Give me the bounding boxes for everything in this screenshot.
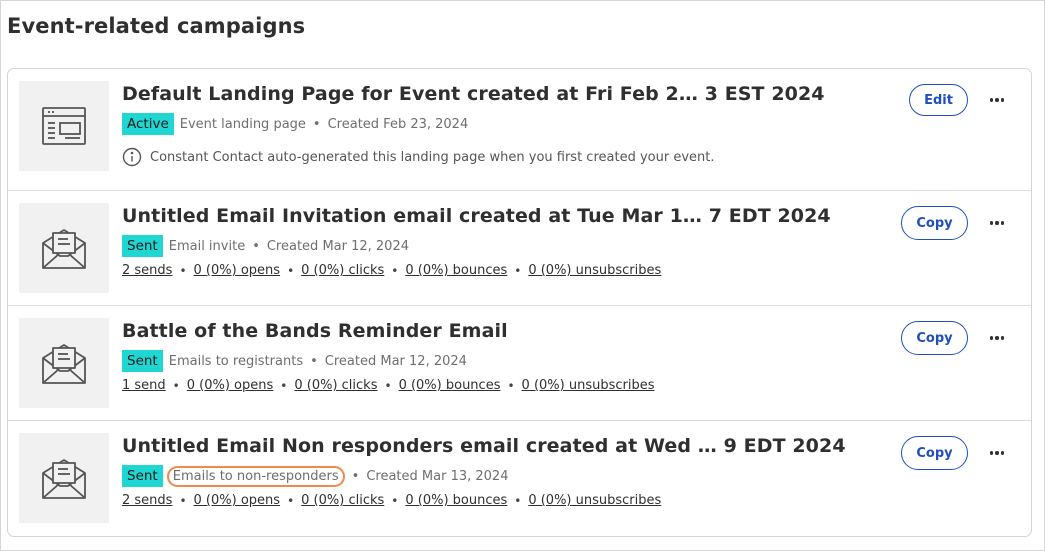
edit-button[interactable]: Edit: [909, 84, 968, 116]
campaign-title[interactable]: Untitled Email Invitation email created …: [122, 205, 831, 227]
separator-dot: •: [384, 378, 392, 393]
created-date: Created Mar 12, 2024: [324, 353, 467, 369]
bounces-link[interactable]: 0 (0%) bounces: [405, 493, 507, 508]
status-badge: Active: [122, 113, 174, 135]
separator-dot: •: [507, 378, 515, 393]
info-icon: [122, 147, 142, 167]
separator-dot: •: [351, 468, 360, 484]
created-date: Created Mar 13, 2024: [366, 468, 509, 484]
created-date: Created Feb 23, 2024: [327, 116, 469, 132]
more-options-icon[interactable]: [986, 330, 1008, 346]
status-badge: Sent: [122, 465, 163, 487]
separator-dot: •: [312, 116, 321, 132]
campaign-title[interactable]: Default Landing Page for Event created a…: [122, 83, 825, 105]
campaign-list: Default Landing Page for Event created a…: [7, 68, 1032, 537]
email-thumbnail: [19, 203, 109, 293]
campaign-title[interactable]: Untitled Email Non responders email crea…: [122, 435, 846, 457]
separator-dot: •: [514, 493, 522, 508]
created-date: Created Mar 12, 2024: [266, 238, 409, 254]
sends-link[interactable]: 2 sends: [122, 263, 172, 278]
separator-dot: •: [280, 378, 288, 393]
separator-dot: •: [179, 493, 187, 508]
sends-link[interactable]: 2 sends: [122, 493, 172, 508]
separator-dot: •: [252, 238, 260, 254]
status-badge: Sent: [122, 235, 163, 257]
more-options-icon[interactable]: [986, 215, 1008, 231]
email-envelope-icon: [42, 229, 86, 269]
campaign-type: Emails to registrants: [168, 353, 304, 369]
landing-page-icon: [42, 107, 86, 145]
separator-dot: •: [179, 263, 187, 278]
opens-link[interactable]: 0 (0%) opens: [194, 493, 281, 508]
sends-link[interactable]: 1 send: [122, 378, 166, 393]
campaign-meta: Sent Emails to registrants • Created Mar…: [122, 350, 467, 372]
opens-link[interactable]: 0 (0%) opens: [194, 263, 281, 278]
separator-dot: •: [310, 353, 318, 369]
separator-dot: •: [514, 263, 522, 278]
unsubscribes-link[interactable]: 0 (0%) unsubscribes: [528, 493, 661, 508]
campaign-meta: Active Event landing page • Created Feb …: [122, 113, 468, 135]
info-note-text: Constant Contact auto-generated this lan…: [150, 149, 715, 165]
bounces-link[interactable]: 0 (0%) bounces: [399, 378, 501, 393]
copy-button[interactable]: Copy: [901, 321, 968, 355]
separator-dot: •: [287, 493, 295, 508]
copy-button[interactable]: Copy: [901, 436, 968, 470]
landing-page-thumbnail: [19, 81, 109, 171]
campaign-row-reminder-email: Battle of the Bands Reminder Email Sent …: [8, 306, 1031, 421]
campaign-meta: Sent Emails to non-responders • Created …: [122, 465, 508, 487]
campaign-row-landing-page: Default Landing Page for Event created a…: [8, 69, 1031, 191]
campaign-stats: 1 send • 0 (0%) opens • 0 (0%) clicks • 0 (…: [122, 378, 655, 393]
clicks-link[interactable]: 0 (0%) clicks: [301, 493, 384, 508]
email-envelope-icon: [42, 459, 86, 499]
unsubscribes-link[interactable]: 0 (0%) unsubscribes: [522, 378, 655, 393]
campaign-type: Event landing page: [179, 116, 306, 132]
clicks-link[interactable]: 0 (0%) clicks: [294, 378, 377, 393]
campaign-stats: 2 sends • 0 (0%) opens • 0 (0%) clicks • 0 …: [122, 263, 661, 278]
campaign-type-highlighted: Emails to non-responders: [166, 465, 345, 487]
status-badge: Sent: [122, 350, 163, 372]
campaign-row-email-invitation: Untitled Email Invitation email created …: [8, 191, 1031, 306]
campaign-meta: Sent Email invite • Created Mar 12, 2024: [122, 235, 409, 257]
campaign-type: Email invite: [168, 238, 246, 254]
page-title: Event-related campaigns: [7, 14, 306, 38]
email-thumbnail: [19, 433, 109, 523]
campaign-row-non-responders: Untitled Email Non responders email crea…: [8, 421, 1031, 535]
more-options-icon[interactable]: [986, 92, 1008, 108]
campaign-title[interactable]: Battle of the Bands Reminder Email: [122, 320, 508, 342]
email-envelope-icon: [42, 344, 86, 384]
bounces-link[interactable]: 0 (0%) bounces: [405, 263, 507, 278]
unsubscribes-link[interactable]: 0 (0%) unsubscribes: [528, 263, 661, 278]
opens-link[interactable]: 0 (0%) opens: [187, 378, 274, 393]
separator-dot: •: [172, 378, 180, 393]
copy-button[interactable]: Copy: [901, 206, 968, 240]
clicks-link[interactable]: 0 (0%) clicks: [301, 263, 384, 278]
info-note: Constant Contact auto-generated this lan…: [122, 147, 714, 167]
separator-dot: •: [391, 493, 399, 508]
campaign-stats: 2 sends • 0 (0%) opens • 0 (0%) clicks • 0 …: [122, 493, 661, 508]
email-thumbnail: [19, 318, 109, 408]
separator-dot: •: [287, 263, 295, 278]
separator-dot: •: [391, 263, 399, 278]
more-options-icon[interactable]: [986, 445, 1008, 461]
